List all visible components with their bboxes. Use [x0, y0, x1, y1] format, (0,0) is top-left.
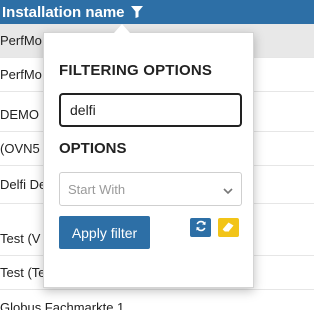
installation-name-cell: Delfi De — [0, 177, 47, 192]
installation-name-cell: Globus Fachmarkte 1 — [0, 299, 125, 310]
installation-name-cell: DEMO — [0, 107, 39, 122]
eraser-icon — [222, 219, 235, 237]
options-title: OPTIONS — [59, 140, 127, 157]
column-title: Installation name — [2, 3, 125, 21]
match-mode-value: Start With — [68, 181, 126, 197]
filter-input[interactable] — [59, 93, 242, 127]
match-mode-select[interactable]: Start With — [59, 172, 242, 206]
clear-filter-button[interactable] — [218, 218, 239, 237]
chevron-down-icon — [223, 184, 233, 195]
reset-filter-button[interactable] — [190, 218, 211, 237]
installation-name-cell: (OVN5 — [0, 141, 40, 156]
installation-name-cell: Test (Te — [0, 265, 46, 280]
filter-popup: FILTERING OPTIONS OPTIONS Start With App… — [43, 32, 254, 288]
table-row[interactable]: Globus Fachmarkte 1 — [0, 290, 314, 310]
installation-name-cell: Test (V — [0, 231, 41, 246]
column-header[interactable]: Installation name — [0, 0, 314, 24]
installation-name-cell: PerfMo — [0, 33, 42, 48]
apply-filter-button[interactable]: Apply filter — [59, 216, 150, 249]
installation-name-cell: PerfMo — [0, 67, 42, 82]
filter-icon[interactable] — [130, 5, 144, 19]
refresh-icon — [195, 219, 207, 237]
filtering-options-title: FILTERING OPTIONS — [59, 62, 213, 79]
popup-arrow — [114, 24, 130, 33]
